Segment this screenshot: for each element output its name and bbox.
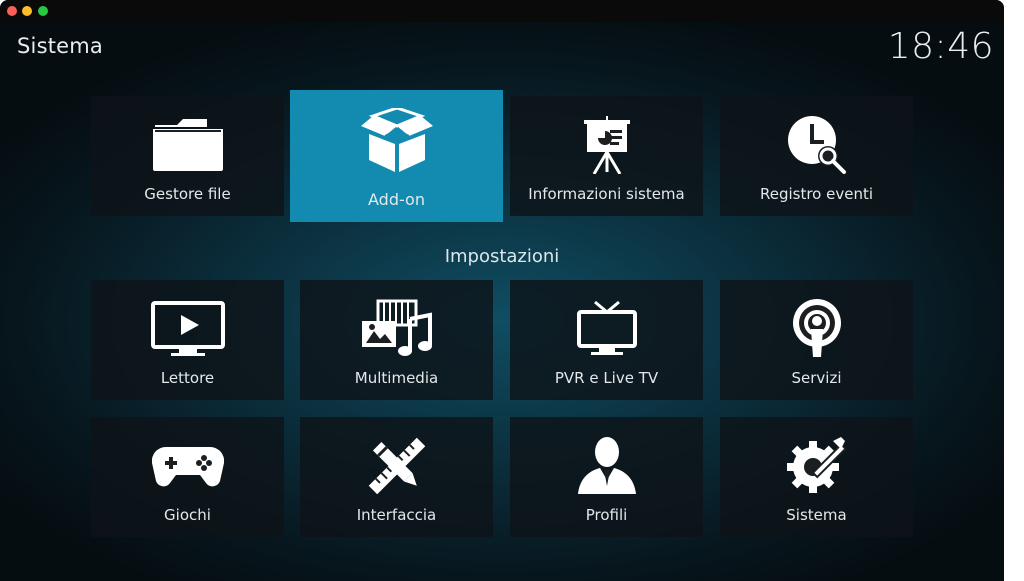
tv-play-icon [150, 298, 225, 360]
tile-label: Servizi [791, 369, 842, 387]
tile-label: Giochi [164, 506, 211, 524]
tile-file-manager[interactable]: Gestore file [91, 96, 284, 216]
tile-label: Profili [585, 506, 628, 524]
pencil-ruler-icon [367, 435, 427, 497]
clock: 18:46 [887, 26, 994, 67]
tile-label: Lettore [160, 369, 215, 387]
maximize-window-button[interactable] [38, 6, 48, 16]
tile-label: Interfaccia [356, 506, 437, 524]
folder-icon [151, 114, 225, 176]
tile-label: PVR e Live TV [554, 369, 659, 387]
tile-label: Registro eventi [759, 185, 874, 203]
tile-player[interactable]: Lettore [91, 280, 284, 400]
media-film-music-icon [360, 298, 434, 360]
tile-system-info[interactable]: Informazioni sistema [510, 96, 703, 216]
user-profile-icon [576, 435, 638, 497]
clock-search-icon [786, 114, 848, 176]
tile-label: Multimedia [354, 369, 439, 387]
close-window-button[interactable] [7, 6, 17, 16]
tile-addons[interactable]: Add-on [290, 90, 503, 222]
kodi-window: Sistema 18:46 Gestore file Add-on Inform… [0, 0, 1004, 581]
tile-label: Sistema [786, 506, 847, 524]
tile-interface[interactable]: Interfaccia [300, 417, 493, 537]
tile-games[interactable]: Giochi [91, 417, 284, 537]
minimize-window-button[interactable] [22, 6, 32, 16]
page-title: Sistema [17, 34, 103, 58]
tile-system[interactable]: Sistema [720, 417, 913, 537]
section-title: Impostazioni [444, 246, 560, 267]
open-box-icon [359, 108, 435, 172]
tile-label: Informazioni sistema [528, 185, 685, 203]
broadcast-podcast-icon [789, 298, 845, 360]
gear-wrench-icon [785, 435, 849, 497]
tile-services[interactable]: Servizi [720, 280, 913, 400]
window-titlebar [0, 0, 1004, 22]
tile-pvr-live-tv[interactable]: PVR e Live TV [510, 280, 703, 400]
tile-label: Gestore file [144, 185, 231, 203]
tile-multimedia[interactable]: Multimedia [300, 280, 493, 400]
gamepad-icon [151, 435, 224, 497]
tile-profiles[interactable]: Profili [510, 417, 703, 537]
tile-label: Add-on [368, 190, 425, 209]
tile-event-log[interactable]: Registro eventi [720, 96, 913, 216]
desktop-background [1004, 0, 1024, 581]
tv-antenna-icon [575, 298, 639, 360]
presentation-easel-icon [582, 114, 632, 176]
